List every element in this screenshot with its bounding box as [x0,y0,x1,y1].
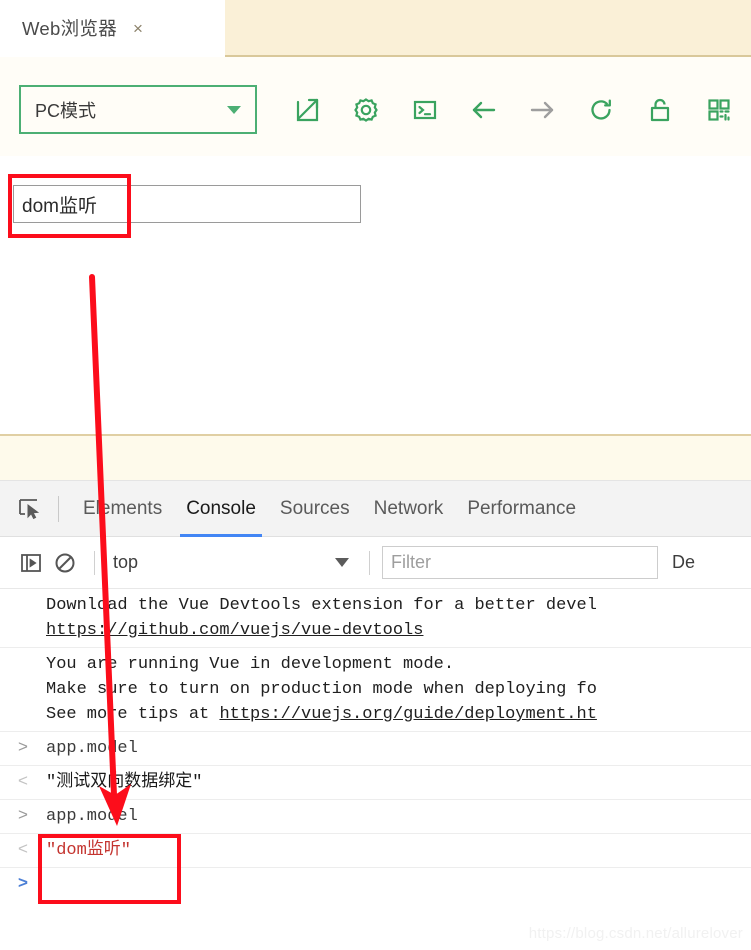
vue-devtools-link[interactable]: https://github.com/vuejs/vue-devtools [46,621,423,640]
tab-console[interactable]: Console [174,481,268,537]
inspect-element-icon[interactable] [14,494,46,524]
browser-toolbar: PC模式 [0,57,751,156]
console-message-list[interactable]: Download the Vue Devtools extension for … [0,589,751,950]
console-output-row: < "测试双向数据绑定" [0,766,751,800]
tab-network[interactable]: Network [362,481,456,537]
tab-sources[interactable]: Sources [268,481,362,537]
execution-context-value: top [113,552,139,572]
browser-window: Web浏览器 × PC模式 dom监听 Elements Console Sou… [0,0,751,950]
dom-listener-input[interactable] [13,185,361,223]
console-command: app.model [46,807,138,826]
arrow-forward-icon[interactable] [513,85,572,134]
mode-select[interactable]: PC模式 [19,85,257,134]
close-icon[interactable]: × [133,20,143,37]
page-input-wrapper [13,185,361,223]
console-output-row: < "dom监听" [0,834,751,868]
browser-tab-title: Web浏览器 [22,18,118,39]
console-message-text: See more tips at [46,705,220,724]
execution-context-select[interactable]: top [107,552,357,573]
tab-performance[interactable]: Performance [455,481,588,537]
console-message-line: See more tips at https://vuejs.org/guide… [0,702,751,727]
chevron-down-icon [335,558,349,567]
console-result-highlighted: "dom监听" [46,841,132,860]
toolbar-icon-group [278,85,748,134]
input-caret-icon: > [17,739,29,758]
terminal-icon[interactable] [396,85,455,134]
tab-bar-separator [58,495,59,522]
browser-tab-web[interactable]: Web浏览器 × [0,0,225,56]
page-bottom-band [0,436,751,480]
console-toolbar-separator-1 [94,550,95,575]
browser-tab-strip: Web浏览器 × [0,0,751,57]
devtools-panel: Elements Console Sources Network Perform… [0,480,751,950]
output-caret-icon: < [17,773,29,792]
console-input-row: > app.model [0,800,751,834]
page-content [0,156,751,435]
console-result: "测试双向数据绑定" [46,773,203,792]
lock-icon[interactable] [631,85,690,134]
console-filter-input[interactable] [382,546,658,579]
console-toolbar-separator-2 [369,550,370,575]
reload-icon[interactable] [572,85,631,134]
sidebar-toggle-icon[interactable] [14,548,48,578]
console-message-line: Download the Vue Devtools extension for … [46,596,597,615]
tab-elements[interactable]: Elements [71,481,174,537]
watermark-text: https://blog.csdn.net/allurelover [528,925,743,942]
input-caret-icon: > [17,807,29,826]
vue-deployment-link[interactable]: https://vuejs.org/guide/deployment.ht [219,705,596,724]
gear-icon[interactable] [337,85,396,134]
console-message-line: Make sure to turn on production mode whe… [46,680,597,699]
console-message-line: You are running Vue in development mode. [46,655,455,674]
qr-code-icon[interactable] [689,85,748,134]
console-message: Download the Vue Devtools extension for … [0,589,751,648]
console-toolbar: top De [0,537,751,589]
mode-select-value: PC模式 [35,100,97,121]
console-input-row: > app.model [0,732,751,766]
external-link-icon[interactable] [278,85,337,134]
chevron-down-icon [227,105,241,114]
prompt-caret-icon: > [17,875,29,894]
arrow-back-icon[interactable] [454,85,513,134]
console-message-line: https://github.com/vuejs/vue-devtools [0,618,751,643]
clear-console-icon[interactable] [48,548,82,578]
output-caret-icon: < [17,841,29,860]
console-command: app.model [46,739,138,758]
devtools-tab-bar: Elements Console Sources Network Perform… [0,481,751,537]
log-levels-dropdown[interactable]: De [672,552,695,573]
console-prompt-row[interactable]: > [0,868,751,902]
console-message: You are running Vue in development mode.… [0,648,751,732]
